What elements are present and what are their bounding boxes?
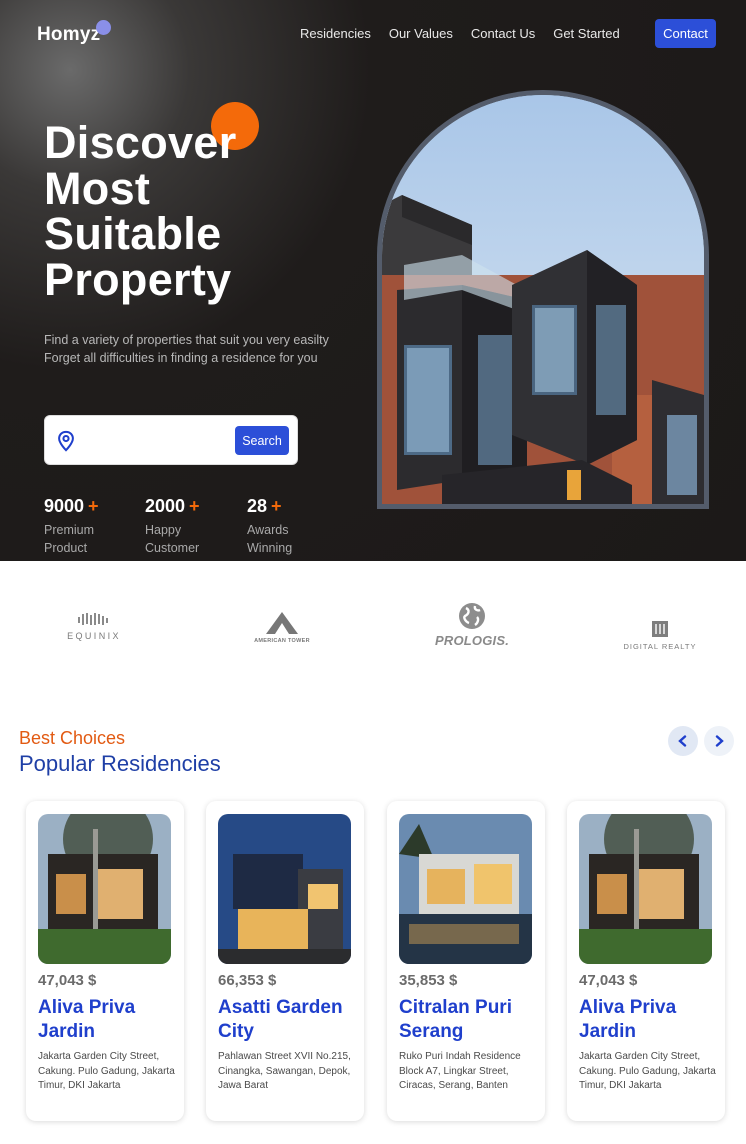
stat-number: 28 xyxy=(247,496,268,516)
location-pin-icon xyxy=(58,430,74,452)
hero-title: Discover Most Suitable Property xyxy=(44,120,237,302)
stat-label: Happy xyxy=(145,523,182,537)
card-address: Jakarta Garden City Street, Cakung. Pulo… xyxy=(579,1051,716,1091)
hero-section: Homyz Residencies Our Values Contact Us … xyxy=(0,0,746,561)
residency-image xyxy=(38,814,171,964)
digital-realty-icon xyxy=(652,621,668,637)
prologis-name: PROLOGIS. xyxy=(434,633,510,648)
digital-realty-logo: DIGITAL REALTY xyxy=(616,619,704,651)
card-title: Asatti Garden City xyxy=(218,997,343,1042)
card-price: 35,853 $ xyxy=(399,972,458,989)
prev-button[interactable] xyxy=(668,726,698,756)
stat-label: Product xyxy=(44,541,88,555)
section-subtitle: Best Choices xyxy=(19,728,126,748)
residency-card[interactable]: 66,353 $ Asatti Garden City Pahlawan Str… xyxy=(206,801,364,1121)
globe-icon xyxy=(459,603,485,629)
digital-realty-name: DIGITAL REALTY xyxy=(623,642,697,651)
hero-title-line: Property xyxy=(44,253,232,305)
residency-image xyxy=(218,814,351,964)
card-title: Citralan Puri Serang xyxy=(399,997,512,1042)
hero-building-image xyxy=(382,95,704,504)
hero-image-frame xyxy=(377,90,709,509)
next-button[interactable] xyxy=(704,726,734,756)
nav-our-values[interactable]: Our Values xyxy=(389,26,453,41)
contact-button[interactable]: Contact xyxy=(655,19,716,48)
hero-title-line: Discover xyxy=(44,117,237,168)
stat-plus: + xyxy=(189,496,200,516)
logo-dot xyxy=(96,20,111,35)
prologis-logo: PROLOGIS. xyxy=(430,601,514,648)
stat-label: Awards xyxy=(247,523,289,537)
nav-residencies[interactable]: Residencies xyxy=(300,26,371,41)
stat-premium-product: 9000 + Premium Product xyxy=(44,496,99,557)
card-price: 66,353 $ xyxy=(218,972,277,989)
chevron-left-icon xyxy=(678,735,687,747)
partner-logos: EQUINIX AMERICAN TOWER PROLOGIS. DIGITAL… xyxy=(0,561,746,701)
residency-card[interactable]: 47,043 $ Aliva Priva Jardin Jakarta Gard… xyxy=(26,801,184,1121)
american-tower-name: AMERICAN TOWER xyxy=(254,638,310,644)
residency-image xyxy=(579,814,712,964)
search-button[interactable]: Search xyxy=(235,426,289,455)
residency-card[interactable]: 47,043 $ Aliva Priva Jardin Jakarta Gard… xyxy=(567,801,725,1121)
hero-title-line: Most xyxy=(44,162,151,214)
stat-happy-customer: 2000 + Happy Customer xyxy=(145,496,200,557)
stat-label: Premium xyxy=(44,523,95,537)
main-nav: Residencies Our Values Contact Us Get St… xyxy=(300,26,638,41)
chevron-right-icon xyxy=(715,735,724,747)
equinix-name: EQUINIX xyxy=(67,631,121,641)
stat-label: Winning xyxy=(247,541,293,555)
stat-number: 2000 xyxy=(145,496,186,516)
card-price: 47,043 $ xyxy=(579,972,638,989)
location-search-bar: Search xyxy=(44,415,298,465)
site-logo[interactable]: Homyz xyxy=(37,24,100,46)
card-address: Ruko Puri Indah Residence Block A7, Ling… xyxy=(399,1051,521,1091)
nav-contact-us[interactable]: Contact Us xyxy=(471,26,535,41)
card-price: 47,043 $ xyxy=(38,972,97,989)
hero-description: Find a variety of properties that suit y… xyxy=(44,333,329,365)
card-title: Aliva Priva Jardin xyxy=(579,997,677,1042)
equinix-wave-icon xyxy=(78,613,108,625)
residency-card[interactable]: 35,853 $ Citralan Puri Serang Ruko Puri … xyxy=(387,801,545,1121)
stat-label: Customer xyxy=(145,541,200,555)
card-address: Pahlawan Street XVII No.215, Cinangka, S… xyxy=(218,1051,351,1091)
american-tower-icon xyxy=(266,612,298,634)
residency-image xyxy=(399,814,532,964)
equinix-logo: EQUINIX xyxy=(62,611,126,641)
card-title: Aliva Priva Jardin xyxy=(38,997,136,1042)
hero-title-line: Suitable xyxy=(44,208,222,259)
stat-plus: + xyxy=(271,496,282,516)
american-tower-logo: AMERICAN TOWER xyxy=(238,611,326,644)
stat-plus: + xyxy=(88,496,99,516)
stat-awards-winning: 28 + Awards Winning xyxy=(247,496,292,557)
card-address: Jakarta Garden City Street, Cakung. Pulo… xyxy=(38,1051,175,1091)
nav-get-started[interactable]: Get Started xyxy=(553,26,619,41)
stat-number: 9000 xyxy=(44,496,85,516)
section-title: Popular Residencies xyxy=(19,751,221,776)
